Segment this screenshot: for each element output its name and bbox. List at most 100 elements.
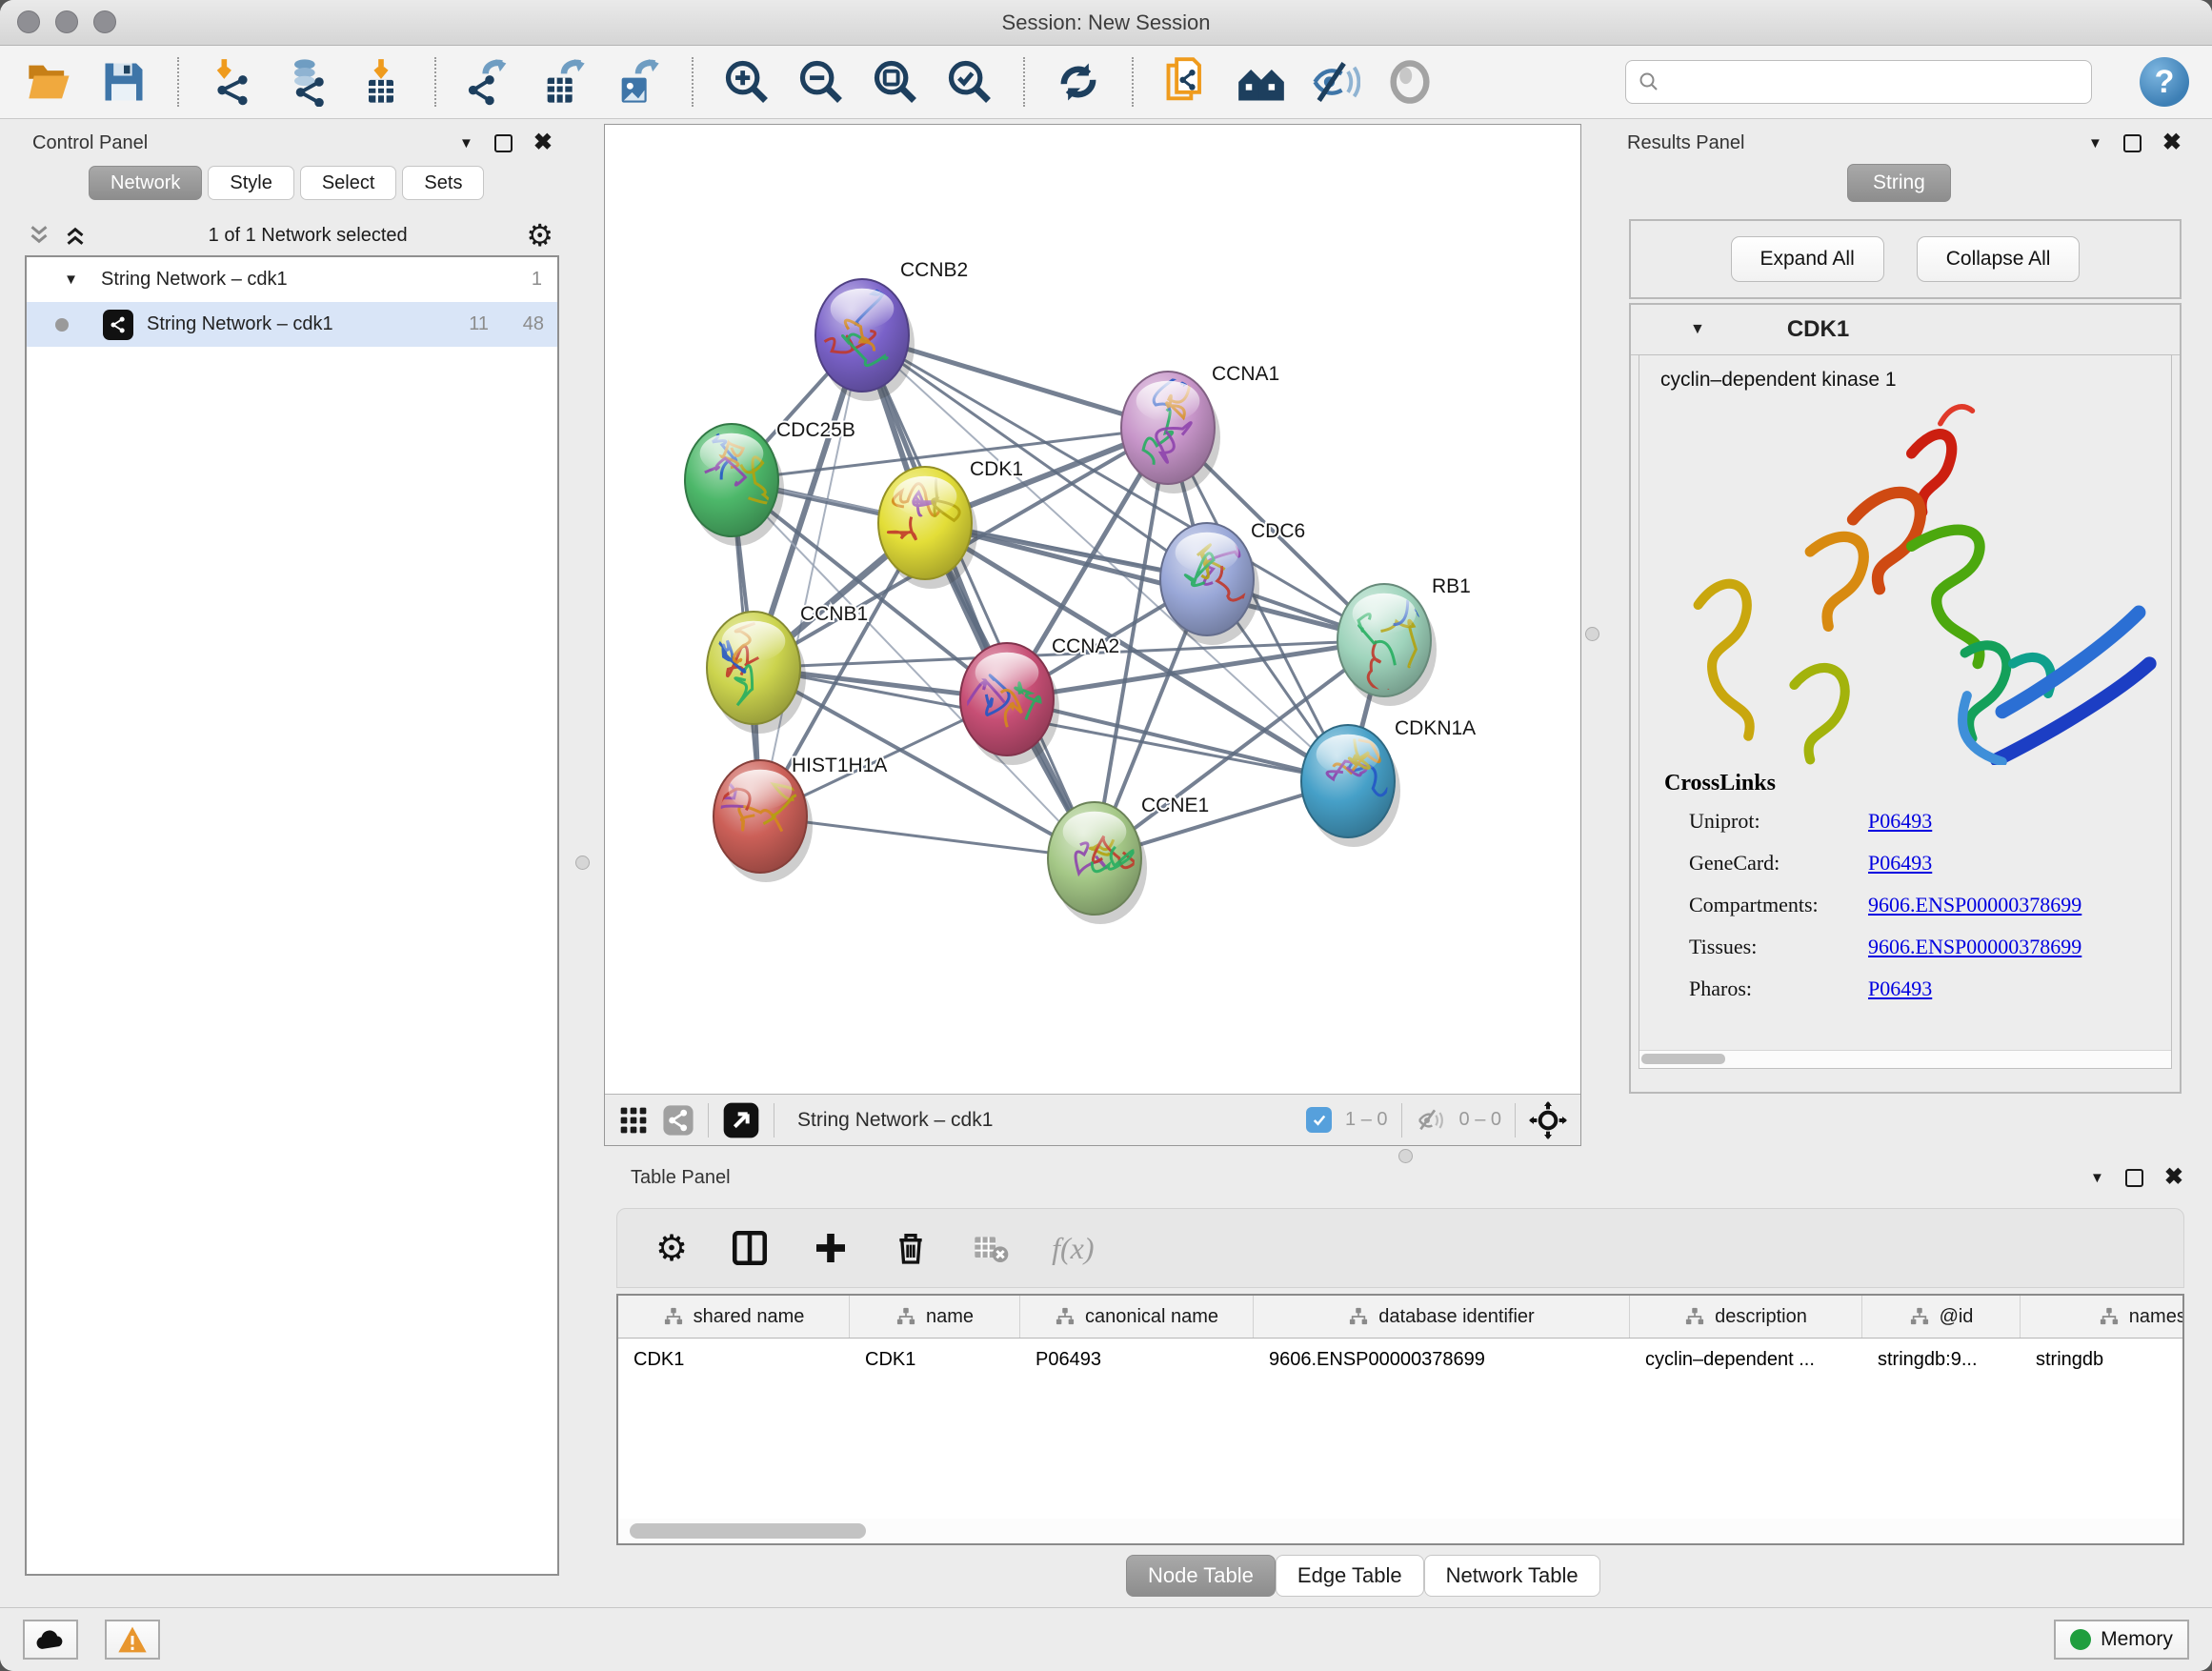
- control-panel-float-icon[interactable]: [494, 134, 513, 152]
- column-header-databaseidentifier[interactable]: database identifier: [1254, 1296, 1630, 1338]
- delete-column-icon[interactable]: [892, 1229, 930, 1267]
- crosslink-row: Compartments:9606.ENSP00000378699: [1639, 884, 2171, 926]
- show-all-icon-button[interactable]: [1383, 55, 1437, 109]
- fit-selected-crosshair-icon[interactable]: [1529, 1101, 1567, 1139]
- tab-node-table[interactable]: Node Table: [1126, 1555, 1276, 1597]
- zoom-selected-button[interactable]: [943, 55, 996, 109]
- collapse-all-button[interactable]: Collapse All: [1917, 236, 2081, 282]
- entry-expander-icon[interactable]: ▼: [1690, 321, 1705, 338]
- tab-sets[interactable]: Sets: [402, 166, 484, 200]
- tab-edge-table[interactable]: Edge Table: [1276, 1555, 1424, 1597]
- import-network-from-file-button[interactable]: [206, 55, 259, 109]
- network-node-CCNB2[interactable]: CCNB2: [815, 259, 968, 401]
- warnings-button[interactable]: [105, 1620, 160, 1660]
- crosslink-link[interactable]: 9606.ENSP00000378699: [1868, 893, 2081, 917]
- import-network-from-database-button[interactable]: [280, 55, 333, 109]
- column-header-namespace[interactable]: namespace: [2021, 1296, 2184, 1338]
- network-selection-status: 1 of 1 Network selected: [90, 225, 526, 247]
- table-gear-icon[interactable]: ⚙: [655, 1227, 688, 1270]
- control-panel-close-icon[interactable]: ✖: [533, 131, 553, 154]
- tab-network-table[interactable]: Network Table: [1424, 1555, 1600, 1597]
- expand-all-button[interactable]: Expand All: [1731, 236, 1884, 282]
- table-horizontal-scrollbar[interactable]: [618, 1519, 2182, 1543]
- refresh-button[interactable]: [1052, 55, 1105, 109]
- column-header-id[interactable]: @id: [1862, 1296, 2021, 1338]
- crosslink-link[interactable]: P06493: [1868, 851, 1932, 876]
- selected-checkbox-icon[interactable]: [1306, 1107, 1332, 1133]
- results-panel-collapse-icon[interactable]: ▼: [2088, 135, 2102, 151]
- memory-button[interactable]: Memory: [2054, 1620, 2189, 1660]
- tab-network[interactable]: Network: [89, 166, 202, 200]
- tree-expander-icon[interactable]: ▼: [27, 272, 78, 288]
- control-panel-collapse-icon[interactable]: ▼: [459, 135, 473, 151]
- hidden-node-edge-counts: 0 – 0: [1459, 1109, 1501, 1131]
- table-panel-close-icon[interactable]: ✖: [2164, 1166, 2183, 1189]
- zoom-out-button[interactable]: [794, 55, 848, 109]
- home-button[interactable]: [1235, 55, 1288, 109]
- gear-icon[interactable]: ⚙: [526, 217, 553, 253]
- hidden-items-eye-icon[interactable]: [1416, 1105, 1446, 1136]
- zoom-in-button[interactable]: [720, 55, 774, 109]
- help-button[interactable]: ?: [2140, 57, 2189, 107]
- results-tab-string[interactable]: String: [1847, 164, 1951, 202]
- network-node-HIST1H1A[interactable]: HIST1H1A: [713, 755, 888, 882]
- left-splitter-handle[interactable]: [575, 856, 590, 870]
- network-edge[interactable]: [760, 335, 862, 816]
- expand-all-icon[interactable]: [61, 221, 90, 250]
- node-label: RB1: [1432, 575, 1471, 597]
- network-canvas[interactable]: CCNB2CCNA1CDC25BCDK1CDC6RB1CCNB1CCNA2CDK…: [605, 125, 1580, 1094]
- results-panel-close-icon[interactable]: ✖: [2162, 131, 2182, 154]
- results-scrollbar[interactable]: [1639, 1050, 2171, 1068]
- string-network-graph[interactable]: CCNB2CCNA1CDC25BCDK1CDC6RB1CCNB1CCNA2CDK…: [605, 125, 1580, 1094]
- function-builder-icon[interactable]: f(x): [1052, 1231, 1094, 1266]
- search-icon: [1638, 70, 1660, 93]
- network-row-selected[interactable]: String Network – cdk1 11 48: [27, 302, 557, 347]
- network-collection-label: String Network – cdk1: [78, 269, 532, 291]
- table-cell: CDK1: [850, 1339, 1020, 1381]
- table-row[interactable]: CDK1CDK1P064939606.ENSP00000378699cyclin…: [618, 1339, 2184, 1381]
- node-label: CCNB1: [800, 603, 868, 625]
- collapse-all-icon[interactable]: [25, 221, 53, 250]
- main-toolbar: ?: [0, 46, 2212, 119]
- network-collection-row[interactable]: ▼ String Network – cdk1 1: [27, 257, 557, 302]
- save-session-button[interactable]: [97, 55, 151, 109]
- export-image-button[interactable]: [612, 55, 665, 109]
- table-panel-collapse-icon[interactable]: ▼: [2090, 1170, 2104, 1186]
- tab-style[interactable]: Style: [208, 166, 293, 200]
- import-table-from-file-button[interactable]: [354, 55, 408, 109]
- right-splitter-handle[interactable]: [1585, 627, 1599, 641]
- export-network-button[interactable]: [463, 55, 516, 109]
- crosslink-label: Tissues:: [1689, 935, 1868, 959]
- network-list-view-icon[interactable]: [662, 1104, 694, 1137]
- grid-view-icon[interactable]: [618, 1105, 649, 1136]
- add-column-icon[interactable]: [812, 1229, 850, 1267]
- open-session-button[interactable]: [23, 55, 76, 109]
- tab-select[interactable]: Select: [300, 166, 397, 200]
- crosslink-link[interactable]: P06493: [1868, 976, 1932, 1001]
- network-edge[interactable]: [862, 335, 1095, 858]
- column-header-canonicalname[interactable]: canonical name: [1020, 1296, 1254, 1338]
- results-entry-box: ▼ CDK1 cyclin–dependent kinase 1: [1629, 303, 2182, 1094]
- table-panel-float-icon[interactable]: [2125, 1169, 2143, 1187]
- results-panel-float-icon[interactable]: [2123, 134, 2142, 152]
- zoom-fit-content-button[interactable]: [869, 55, 922, 109]
- column-header-sharedname[interactable]: shared name: [618, 1296, 850, 1338]
- export-table-button[interactable]: [537, 55, 591, 109]
- network-node-CDKN1A[interactable]: CDKN1A: [1301, 717, 1476, 847]
- crosslink-link[interactable]: 9606.ENSP00000378699: [1868, 935, 2081, 959]
- network-node-RB1[interactable]: RB1: [1337, 575, 1471, 706]
- birds-eye-view-icon[interactable]: [722, 1101, 760, 1139]
- network-node-CCNE1[interactable]: CCNE1: [1048, 795, 1209, 924]
- cloud-status-button[interactable]: [23, 1620, 78, 1660]
- crosslink-link[interactable]: P06493: [1868, 809, 1932, 834]
- network-node-CCNA1[interactable]: CCNA1: [1121, 363, 1279, 493]
- search-input[interactable]: [1668, 70, 2080, 94]
- column-header-description[interactable]: description: [1630, 1296, 1862, 1338]
- delete-table-icon[interactable]: [972, 1229, 1010, 1267]
- copy-document-button[interactable]: [1160, 55, 1214, 109]
- column-header-name[interactable]: name: [850, 1296, 1020, 1338]
- results-entry-header[interactable]: ▼ CDK1: [1631, 305, 2180, 355]
- window-title: Session: New Session: [0, 0, 2212, 45]
- columns-icon[interactable]: [730, 1228, 770, 1268]
- hide-selected-icon-button[interactable]: [1309, 55, 1362, 109]
